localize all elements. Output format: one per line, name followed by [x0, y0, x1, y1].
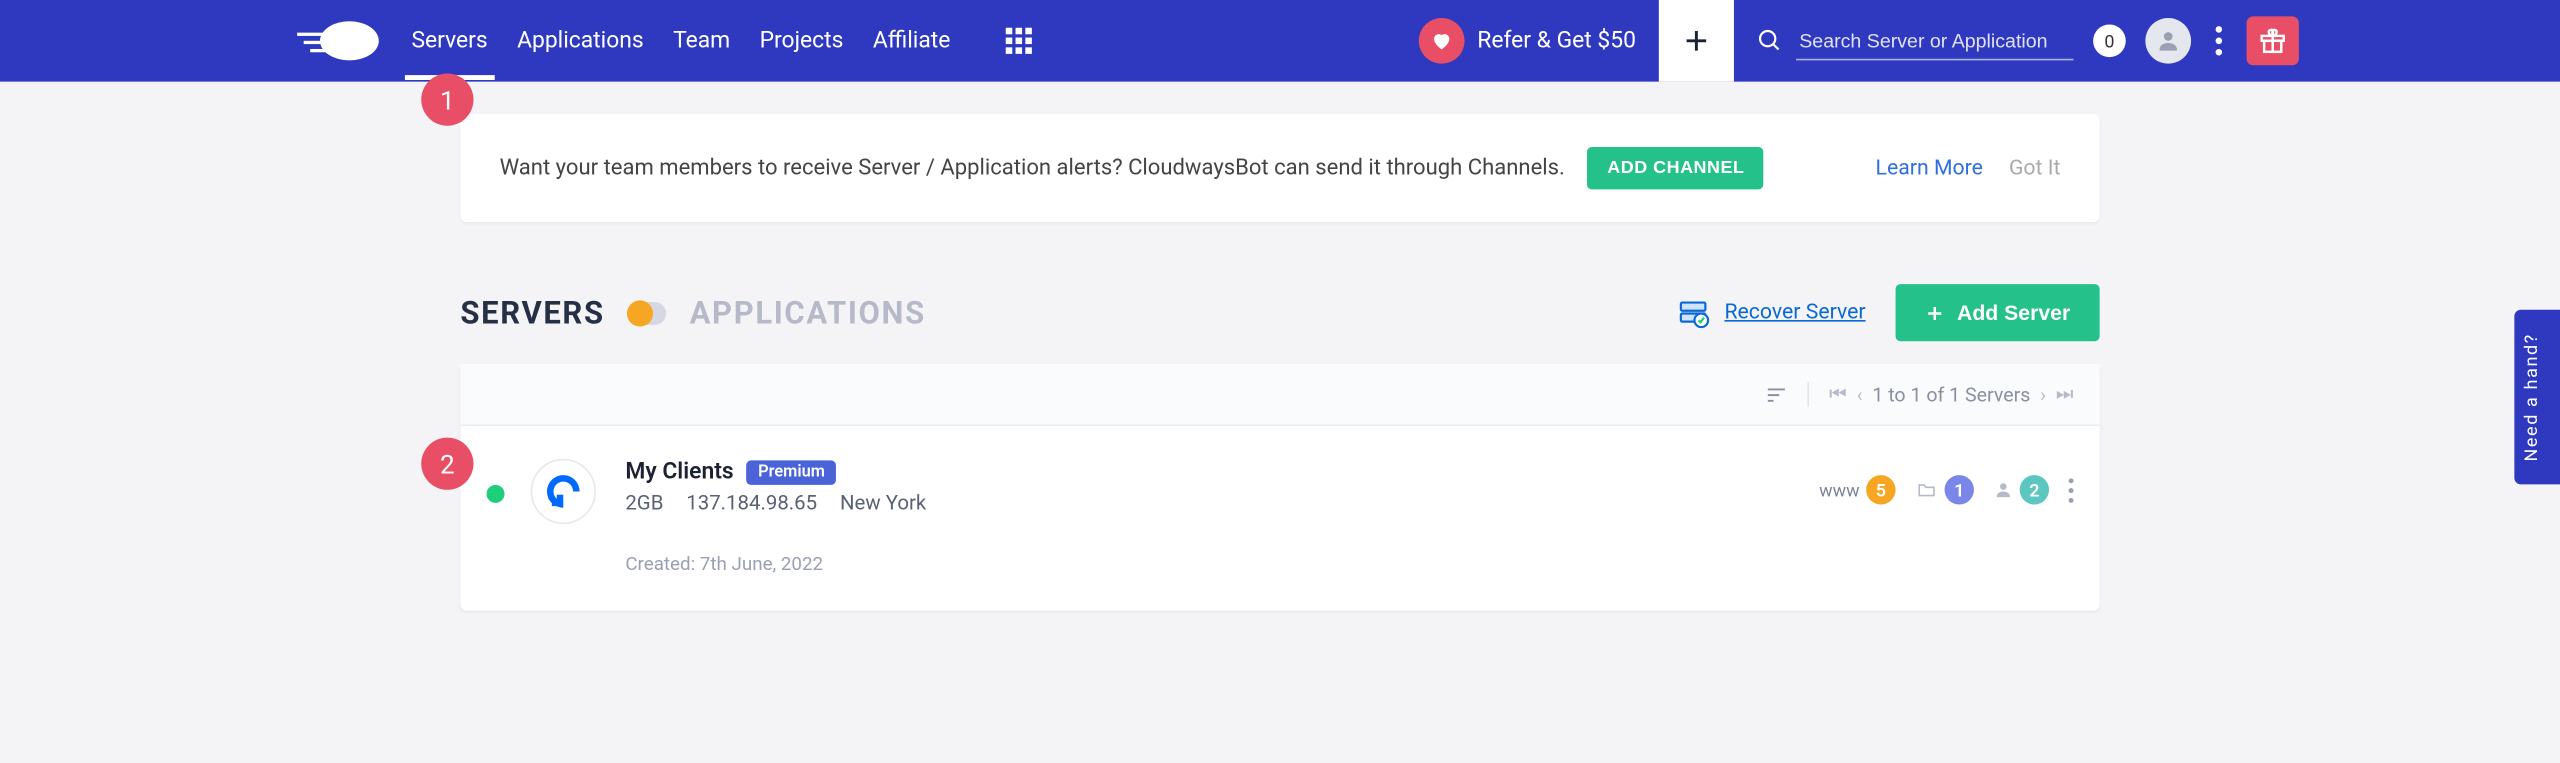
- server-row-body: My Clients Premium 2GB 137.184.98.65 New…: [625, 459, 926, 575]
- nav-projects[interactable]: Projects: [760, 28, 844, 54]
- refer-label: Refer & Get $50: [1477, 28, 1636, 54]
- user-pill[interactable]: 2: [1994, 475, 2050, 504]
- pager-next-icon[interactable]: ›: [2040, 383, 2046, 406]
- server-size: 2GB: [625, 491, 663, 515]
- servers-apps-toggle[interactable]: [628, 301, 667, 324]
- learn-more-link[interactable]: Learn More: [1876, 156, 1983, 180]
- main-content: Want your team members to receive Server…: [460, 82, 2099, 611]
- recover-server-link[interactable]: Recover Server: [1675, 296, 1865, 329]
- premium-badge: Premium: [747, 460, 837, 484]
- server-row-right: www 5 1 2: [1819, 475, 2073, 504]
- avatar-button[interactable]: [2145, 18, 2191, 64]
- pager-prev-icon[interactable]: ‹: [1857, 383, 1863, 406]
- notification-counter[interactable]: 0: [2093, 24, 2126, 57]
- add-channel-button[interactable]: ADD CHANNEL: [1588, 147, 1764, 189]
- annotation-2: 2: [421, 438, 473, 490]
- top-header: Servers Applications Team Projects Affil…: [0, 0, 2560, 82]
- row-menu-icon[interactable]: [2069, 478, 2074, 502]
- apps-grid-icon[interactable]: [1006, 28, 1032, 54]
- got-it-link[interactable]: Got It: [2009, 156, 2061, 180]
- header-menu-icon[interactable]: [2207, 24, 2230, 57]
- heart-icon: [1418, 18, 1464, 64]
- add-server-label: Add Server: [1957, 300, 2070, 324]
- list-header: ⏮ ‹ 1 to 1 of 1 Servers › ⏭: [460, 364, 2099, 426]
- nav-affiliate[interactable]: Affiliate: [873, 28, 951, 54]
- banner-message: Want your team members to receive Server…: [500, 155, 1565, 181]
- www-pill[interactable]: www 5: [1819, 475, 1895, 504]
- user-count: 2: [2020, 475, 2049, 504]
- refer-link[interactable]: Refer & Get $50: [1418, 18, 1635, 64]
- nav-applications[interactable]: Applications: [517, 28, 644, 54]
- server-created: Created: 7th June, 2022: [625, 552, 926, 575]
- pager-first-icon[interactable]: ⏮: [1829, 382, 1847, 406]
- user-icon: [1994, 480, 2014, 500]
- annotation-1: 1: [421, 73, 473, 125]
- search-input[interactable]: [1796, 22, 2074, 60]
- server-location: New York: [840, 491, 926, 515]
- server-ip: 137.184.98.65: [686, 491, 817, 515]
- sort-icon[interactable]: [1762, 383, 1791, 406]
- alert-banner: Want your team members to receive Server…: [460, 114, 2099, 222]
- gift-button[interactable]: [2247, 16, 2299, 65]
- tab-servers[interactable]: SERVERS: [460, 294, 604, 332]
- pager-last-icon[interactable]: ⏭: [2056, 382, 2074, 406]
- pager: ⏮ ‹ 1 to 1 of 1 Servers › ⏭: [1808, 382, 2074, 406]
- recover-server-label: Recover Server: [1724, 300, 1865, 324]
- server-list: ⏮ ‹ 1 to 1 of 1 Servers › ⏭ My Clients P…: [460, 364, 2099, 611]
- recover-server-icon: [1675, 296, 1711, 329]
- help-tab[interactable]: Need a hand?: [2514, 310, 2560, 484]
- status-dot: [487, 485, 505, 503]
- search-icon: [1757, 28, 1783, 54]
- nav-servers[interactable]: Servers: [411, 28, 487, 54]
- project-pill[interactable]: 1: [1915, 475, 1974, 504]
- pager-text: 1 to 1 of 1 Servers: [1872, 383, 2030, 406]
- folder-icon: [1915, 480, 1938, 500]
- provider-icon: [531, 459, 596, 524]
- tab-applications[interactable]: APPLICATIONS: [690, 294, 926, 332]
- logo[interactable]: [294, 18, 382, 64]
- server-name: My Clients: [625, 459, 733, 485]
- www-count: 5: [1866, 475, 1895, 504]
- header-right: Refer & Get $50 0: [1418, 0, 2560, 82]
- www-label: www: [1819, 479, 1860, 500]
- search-wrap: [1757, 22, 2074, 60]
- add-button[interactable]: [1659, 0, 1734, 82]
- add-server-button[interactable]: Add Server: [1895, 284, 2100, 341]
- project-count: 1: [1945, 475, 1974, 504]
- main-nav: Servers Applications Team Projects Affil…: [411, 28, 1032, 54]
- tabs-row: SERVERS APPLICATIONS Recover Server Add …: [460, 284, 2099, 341]
- nav-team[interactable]: Team: [673, 28, 730, 54]
- server-row[interactable]: My Clients Premium 2GB 137.184.98.65 New…: [460, 426, 2099, 610]
